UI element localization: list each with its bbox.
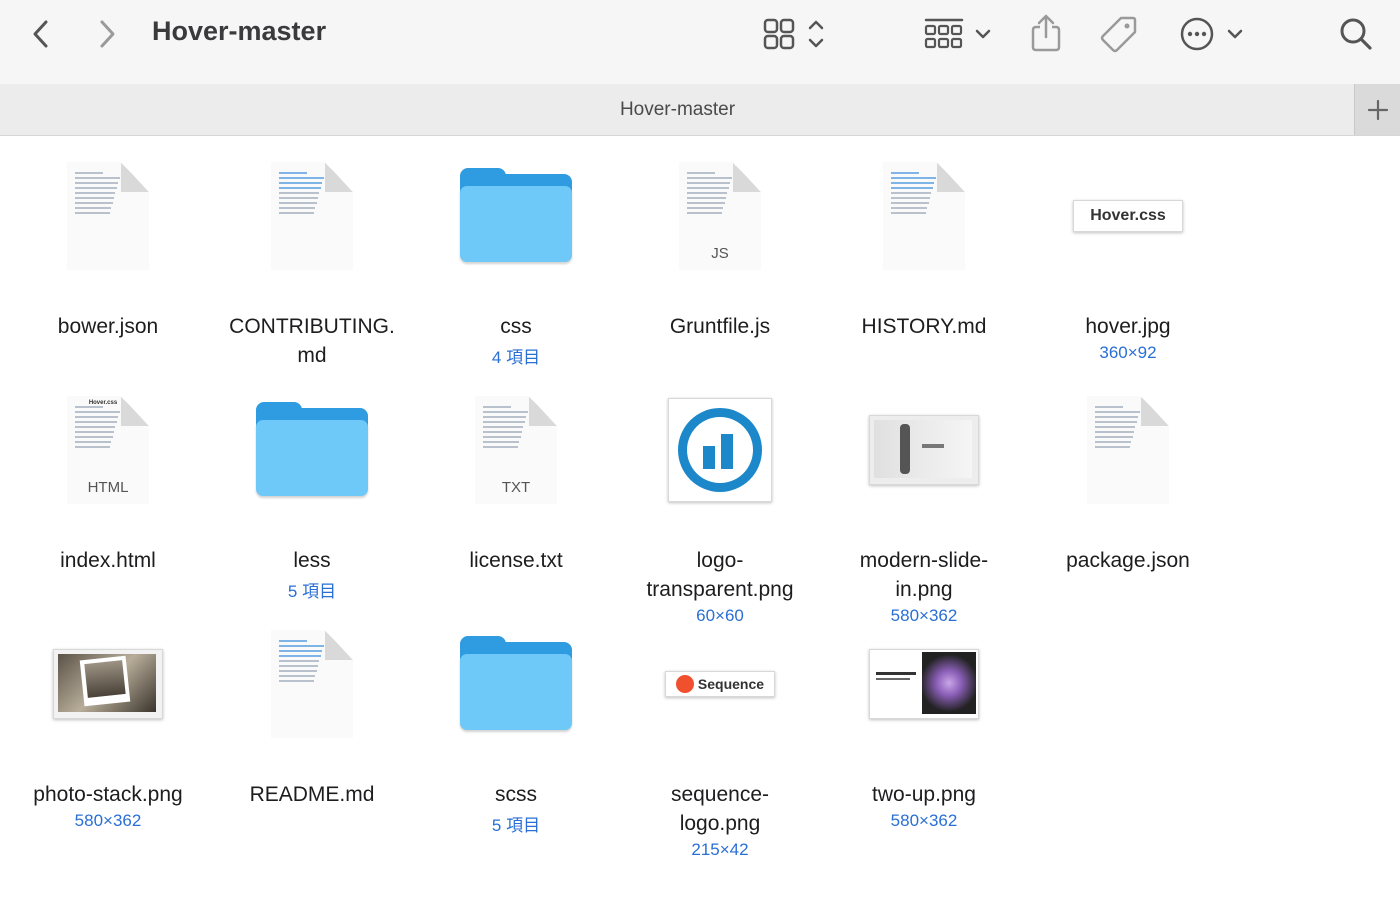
file-item[interactable]: package.json: [1028, 390, 1228, 610]
search-icon: [1340, 18, 1372, 50]
more-button[interactable]: [1178, 14, 1250, 54]
file-item[interactable]: bower.json: [8, 156, 208, 376]
image-thumbnail: Sequence: [620, 624, 820, 744]
file-name: CONTRIBUTING. md: [229, 315, 395, 367]
plus-icon: [1367, 99, 1388, 120]
file-meta: 360×92: [1099, 343, 1157, 362]
file-name: modern-slide- in.png: [859, 549, 989, 601]
image-thumbnail: [620, 390, 820, 510]
forward-button[interactable]: [88, 14, 126, 54]
toolbar: Hover-master: [0, 0, 1400, 84]
document-icon: JS: [620, 156, 820, 276]
folder-icon: [212, 390, 412, 510]
doc-preview-lines: [279, 172, 325, 217]
file-meta: 580×362: [74, 811, 142, 830]
file-item[interactable]: scss 5 項目: [416, 624, 616, 844]
chevron-left-icon: [33, 20, 48, 48]
image-thumbnail: [824, 390, 1024, 510]
document-icon: Hover.css HTML: [8, 390, 208, 510]
file-name: HISTORY.md: [861, 315, 987, 338]
tag-icon: [1100, 16, 1137, 53]
file-name: package.json: [1066, 549, 1190, 572]
doc-preview-lines: [1095, 406, 1141, 451]
file-grid: bower.json CONTRIBUTING. md css 4 項目 JS Grunt…: [0, 136, 1400, 912]
file-item[interactable]: less 5 項目: [212, 390, 412, 610]
file-item[interactable]: TXT license.txt: [416, 390, 616, 610]
doc-preview-lines: [279, 640, 325, 685]
file-name: photo-stack.png: [33, 783, 183, 806]
search-button[interactable]: [1334, 14, 1378, 54]
file-meta: 215×42: [691, 840, 749, 859]
tag-button[interactable]: [1098, 14, 1140, 54]
document-icon: [212, 624, 412, 744]
group-grid-icon: [924, 18, 991, 49]
icon-grid-icon: [763, 18, 824, 50]
file-item[interactable]: photo-stack.png 580×362: [8, 624, 208, 844]
back-button[interactable]: [22, 14, 60, 54]
file-name: scss: [495, 783, 537, 806]
doc-preview-lines: [75, 406, 121, 451]
doc-preview-lines: [75, 172, 121, 217]
logo-icon: [678, 408, 762, 492]
file-item[interactable]: logo- transparent.png 60×60: [620, 390, 820, 625]
file-item[interactable]: HISTORY.md: [824, 156, 1024, 376]
file-item[interactable]: README.md: [212, 624, 412, 844]
file-meta: 5 項目: [491, 816, 541, 835]
file-item[interactable]: Sequence sequence- logo.png 215×42: [620, 624, 820, 859]
file-name: license.txt: [469, 549, 563, 572]
file-meta: 4 項目: [491, 348, 541, 367]
file-name: logo- transparent.png: [646, 549, 794, 601]
group-button[interactable]: [922, 14, 996, 54]
image-thumbnail: [824, 624, 1024, 744]
file-item[interactable]: two-up.png 580×362: [824, 624, 1024, 844]
file-name: README.md: [249, 783, 375, 806]
file-name: index.html: [60, 549, 156, 572]
file-item[interactable]: Hover.css hover.jpg 360×92: [1028, 156, 1228, 376]
file-item[interactable]: JS Gruntfile.js: [620, 156, 820, 376]
file-meta: 580×362: [890, 606, 958, 625]
view-mode-button[interactable]: [760, 14, 832, 54]
file-meta: 60×60: [696, 606, 744, 625]
document-icon: [1028, 390, 1228, 510]
tab-hover-master[interactable]: Hover-master: [0, 99, 1355, 121]
file-name: sequence- logo.png: [670, 783, 770, 835]
new-tab-button[interactable]: [1354, 84, 1400, 135]
share-icon: [1031, 14, 1061, 52]
thumb-title: Sequence: [697, 676, 765, 692]
file-extension-label: HTML: [87, 479, 129, 496]
file-name: less: [293, 549, 331, 572]
folder-icon: [416, 624, 616, 744]
document-icon: [212, 156, 412, 276]
document-icon: TXT: [416, 390, 616, 510]
document-icon: [824, 156, 1024, 276]
window-title: Hover-master: [152, 16, 327, 46]
document-icon: [8, 156, 208, 276]
share-button[interactable]: [1026, 12, 1066, 54]
file-meta: 5 項目: [287, 582, 337, 601]
folder-icon: [416, 156, 616, 276]
tab-bar: Hover-master: [0, 84, 1400, 136]
doc-preview-lines: [891, 172, 937, 217]
file-name: hover.jpg: [1085, 315, 1171, 338]
file-meta: 580×362: [890, 811, 958, 830]
file-extension-label: TXT: [501, 479, 531, 496]
file-name: bower.json: [57, 315, 159, 338]
chevron-right-icon: [100, 20, 115, 48]
file-name: css: [500, 315, 532, 338]
file-name: two-up.png: [872, 783, 976, 806]
doc-preview-lines: [483, 406, 529, 451]
image-thumbnail: Hover.css: [1028, 156, 1228, 276]
file-item[interactable]: CONTRIBUTING. md: [212, 156, 412, 376]
image-thumbnail: [8, 624, 208, 744]
file-item[interactable]: css 4 項目: [416, 156, 616, 376]
file-item[interactable]: modern-slide- in.png 580×362: [824, 390, 1024, 625]
thumb-title: Hover.css: [1090, 207, 1166, 224]
file-extension-label: JS: [711, 245, 729, 262]
file-name: Gruntfile.js: [669, 315, 771, 338]
file-item[interactable]: Hover.css HTML index.html: [8, 390, 208, 610]
ellipsis-circle-icon: [1180, 17, 1243, 51]
doc-preview-lines: [687, 172, 733, 217]
